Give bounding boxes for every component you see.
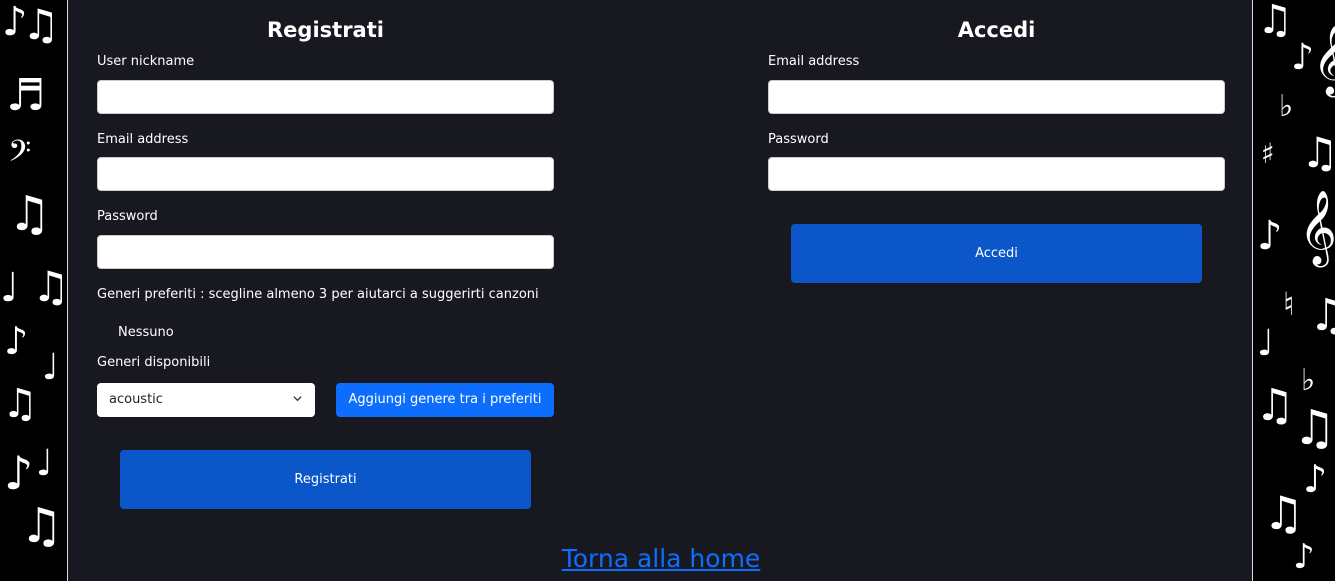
music-note-icon: ♫ [22,0,60,49]
main-panel: Registrati User nickname Email address P… [67,0,1253,581]
music-note-icon: ♩ [36,443,53,484]
music-note-icon: ♫ [1293,400,1335,456]
register-email-label: Email address [97,132,189,147]
music-note-icon: ♬ [6,70,46,121]
music-notes-background-right: ♫ ♪ 𝄞 ♭ ♯ ♫ 𝄞 ♪ ♮ ♫ ♩ ♭ ♫ ♫ ♪ ♫ ♪ [1253,0,1335,581]
flat-icon: ♭ [1279,89,1294,124]
add-genre-button[interactable]: Aggiungi genere tra i preferiti [336,383,554,417]
nickname-input[interactable] [97,80,554,114]
music-note-icon: ♩ [0,265,19,311]
login-email-label: Email address [768,54,860,69]
music-note-icon: ♫ [1263,486,1305,540]
genre-select-value: acoustic [109,392,163,407]
music-note-icon: ♫ [1309,290,1335,341]
bass-clef-icon: 𝄢 [8,135,32,176]
chevron-down-icon [293,396,302,402]
home-link[interactable]: Torna alla home [68,544,1254,573]
favorite-genres-empty: Nessuno [118,325,174,340]
register-email-input[interactable] [97,157,554,191]
music-note-icon: ♫ [2,381,38,427]
login-email-input[interactable] [768,80,1225,114]
music-notes-background-left: ♪ ♫ ♬ 𝄢 ♫ ♩ ♫ ♪ ♩ ♫ ♪ ♩ ♫ [0,0,67,581]
login-password-input[interactable] [768,157,1225,191]
music-note-icon: ♫ [32,262,67,311]
available-genres-label: Generi disponibili [97,355,211,370]
music-note-icon: ♪ [1303,457,1328,501]
treble-clef-icon: 𝄞 [1299,191,1335,265]
music-note-icon: ♫ [1301,128,1335,177]
register-title: Registrati [267,18,384,42]
register-password-input[interactable] [97,235,554,269]
music-note-icon: ♪ [4,446,34,500]
music-note-icon: ♪ [1291,37,1314,78]
nickname-label: User nickname [97,54,195,69]
music-note-icon: ♪ [4,319,29,363]
music-note-icon: ♫ [1255,380,1295,431]
music-note-icon: ♪ [1257,213,1283,259]
register-password-label: Password [97,209,158,224]
music-note-icon: ♩ [1257,323,1274,364]
flat-icon: ♭ [1301,363,1316,398]
music-note-icon: ♫ [1257,0,1293,43]
favorite-genres-text: Generi preferiti : scegline almeno 3 per… [97,287,539,302]
login-submit-button[interactable]: Accedi [791,224,1202,283]
music-note-icon: ♫ [8,186,52,242]
music-note-icon: ♪ [1293,537,1315,577]
treble-clef-icon: 𝄞 [1313,25,1335,95]
genre-select[interactable]: acoustic [97,383,315,417]
login-title: Accedi [957,18,1036,42]
music-note-icon: ♩ [42,347,59,388]
register-submit-button[interactable]: Registrati [120,450,531,509]
sharp-icon: ♯ [1261,137,1275,170]
natural-icon: ♮ [1283,285,1295,323]
login-password-label: Password [768,132,829,147]
music-note-icon: ♫ [20,498,64,554]
